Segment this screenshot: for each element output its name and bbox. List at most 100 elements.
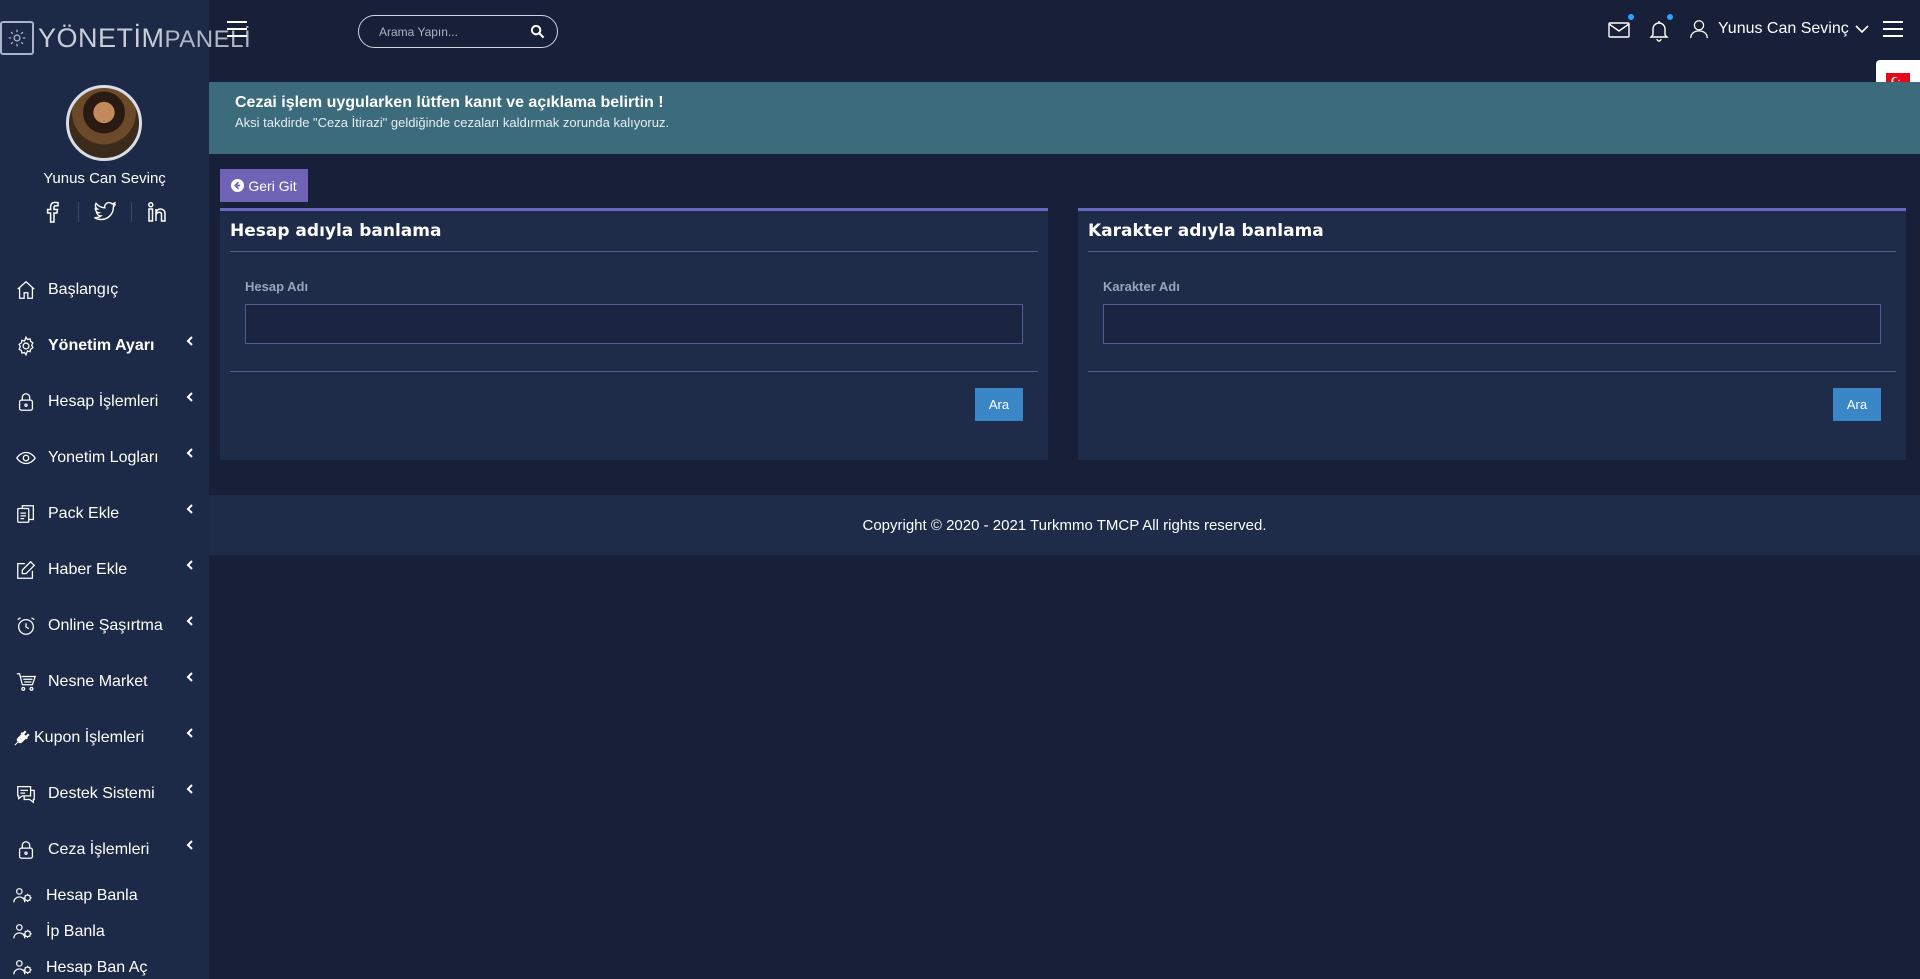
account-search-button[interactable]: Ara [975, 388, 1023, 421]
character-search-button[interactable]: Ara [1833, 388, 1881, 421]
social-divider [131, 202, 132, 222]
arrow-circle-left-icon [231, 179, 245, 192]
card-divider [230, 371, 1038, 372]
sidebar-subitem-label: İp Banla [46, 923, 105, 940]
eye-icon [14, 446, 38, 470]
users-gear-icon [12, 957, 34, 979]
alert-text: Aksi takdirde "Ceza İtirazi" geldiğinde … [235, 115, 670, 130]
chevron-left-icon [186, 616, 193, 626]
alarm-clock-icon [14, 614, 38, 638]
search-input[interactable] [379, 24, 519, 39]
ban-by-account-card: Hesap adıyla banlama Hesap Adı Ara [220, 208, 1048, 460]
sidebar-item-label: Haber Ekle [48, 561, 128, 578]
chevron-left-icon [186, 504, 193, 514]
lock-icon [14, 390, 38, 414]
sidebar-item-label: Online Şaşırtma [48, 617, 163, 634]
plug-icon [12, 726, 32, 750]
users-gear-icon [12, 885, 34, 907]
alert-title: Cezai işlem uygularken lütfen kanıt ve a… [235, 94, 664, 111]
copyright-text: Copyright © 2020 - 2021 Turkmmo TMCP All… [862, 516, 1267, 534]
chevron-left-icon [186, 784, 193, 794]
avatar[interactable] [66, 85, 142, 161]
character-name-label: Karakter Adı [1103, 279, 1180, 294]
account-name-label: Hesap Adı [245, 279, 309, 294]
sidebar-subitem-hesap-banla[interactable]: Hesap Banla [0, 878, 209, 914]
back-button[interactable]: Geri Git [220, 169, 308, 202]
sidebar-item-nesne-market[interactable]: Nesne Market [0, 654, 209, 710]
footer: Copyright © 2020 - 2021 Turkmmo TMCP All… [209, 495, 1920, 555]
sidebar-item-ceza-islemleri[interactable]: Ceza İşlemleri [0, 822, 209, 878]
back-button-label: Geri Git [248, 177, 297, 194]
chevron-left-icon [186, 840, 193, 850]
sidebar-item-online-sasirtma[interactable]: Online Şaşırtma [0, 598, 209, 654]
user-menu[interactable]: Yunus Can Sevinç [1688, 16, 1869, 42]
sidebar: YÖNETİMPANELİ Yunus Can Sevinç Başlangıç… [0, 0, 251, 979]
bell-notification-dot [1667, 14, 1673, 20]
sidebar-item-pack-ekle[interactable]: Pack Ekle [0, 486, 209, 542]
chevron-left-icon [186, 728, 193, 738]
logo[interactable]: YÖNETİMPANELİ [0, 18, 251, 58]
sidebar-subitem-label: Hesap Ban Aç [46, 959, 148, 976]
header-user-name: Yunus Can Sevinç [1718, 20, 1849, 37]
sidebar-item-kupon-islemleri[interactable]: Kupon İşlemleri [0, 710, 209, 766]
sidebar-item-baslangic[interactable]: Başlangıç [0, 262, 209, 318]
character-name-input[interactable] [1103, 304, 1881, 344]
sidebar-menu: Başlangıç Yönetim Ayarı Hesap İşlemleri … [0, 262, 209, 979]
chevron-left-icon [186, 448, 193, 458]
account-name-input[interactable] [245, 304, 1023, 344]
sidebar-item-yonetim-loglari[interactable]: Yonetim Logları [0, 430, 209, 486]
mail-icon[interactable] [1607, 14, 1634, 42]
mail-notification-dot [1628, 14, 1634, 20]
sidebar-subitem-ip-banla[interactable]: İp Banla [0, 914, 209, 950]
menu-toggle-icon[interactable] [226, 20, 248, 38]
right-panel-menu-icon[interactable] [1882, 20, 1904, 38]
sidebar-subitem-hesap-ban-ac[interactable]: Hesap Ban Aç [0, 950, 209, 979]
social-divider [78, 202, 79, 222]
chevron-left-icon [186, 392, 193, 402]
card-divider [1088, 251, 1896, 252]
card-divider [1088, 371, 1896, 372]
users-gear-icon [12, 921, 34, 943]
social-links [40, 200, 170, 224]
sidebar-item-yonetim-ayari[interactable]: Yönetim Ayarı [0, 318, 209, 374]
card-divider [230, 251, 1038, 252]
logo-gear-icon [0, 21, 34, 55]
warning-alert: Cezai işlem uygularken lütfen kanıt ve a… [209, 82, 1920, 154]
sidebar-item-label: Destek Sistemi [48, 785, 155, 802]
sidebar-item-label: Başlangıç [48, 281, 119, 298]
bell-icon[interactable] [1647, 14, 1673, 42]
facebook-icon[interactable] [40, 200, 64, 224]
ban-by-character-card: Karakter adıyla banlama Karakter Adı Ara [1078, 208, 1906, 460]
sidebar-item-label: Nesne Market [48, 673, 148, 690]
chevron-left-icon [186, 560, 193, 570]
sidebar-item-label: Pack Ekle [48, 505, 120, 522]
gear-icon [14, 334, 38, 358]
files-icon [14, 502, 38, 526]
chevron-left-icon [186, 336, 193, 346]
cart-icon [14, 670, 38, 694]
user-icon [1690, 20, 1708, 39]
twitter-icon[interactable] [93, 200, 117, 224]
search-icon[interactable] [530, 24, 545, 39]
sidebar-item-label: Kupon İşlemleri [34, 729, 145, 746]
chat-icon [14, 782, 38, 806]
sidebar-item-label: Hesap İşlemleri [48, 393, 159, 410]
chevron-left-icon [186, 672, 193, 682]
card-title: Karakter adıyla banlama [1088, 221, 1324, 241]
sidebar-item-label: Ceza İşlemleri [48, 841, 150, 858]
edit-icon [14, 558, 38, 582]
sidebar-item-label: Yönetim Ayarı [48, 337, 155, 354]
sidebar-item-destek-sistemi[interactable]: Destek Sistemi [0, 766, 209, 822]
logo-text: YÖNETİMPANELİ [38, 22, 252, 53]
profile-name: Yunus Can Sevinç [43, 170, 166, 187]
sidebar-item-label: Yonetim Logları [48, 449, 159, 466]
chevron-down-icon [1855, 25, 1869, 34]
sidebar-subitem-label: Hesap Banla [46, 887, 138, 904]
sidebar-item-haber-ekle[interactable]: Haber Ekle [0, 542, 209, 598]
linkedin-icon[interactable] [146, 200, 170, 224]
home-icon [14, 278, 38, 302]
card-title: Hesap adıyla banlama [230, 221, 442, 241]
lock-icon [14, 838, 38, 862]
sidebar-item-hesap-islemleri[interactable]: Hesap İşlemleri [0, 374, 209, 430]
search-bar [358, 15, 558, 48]
